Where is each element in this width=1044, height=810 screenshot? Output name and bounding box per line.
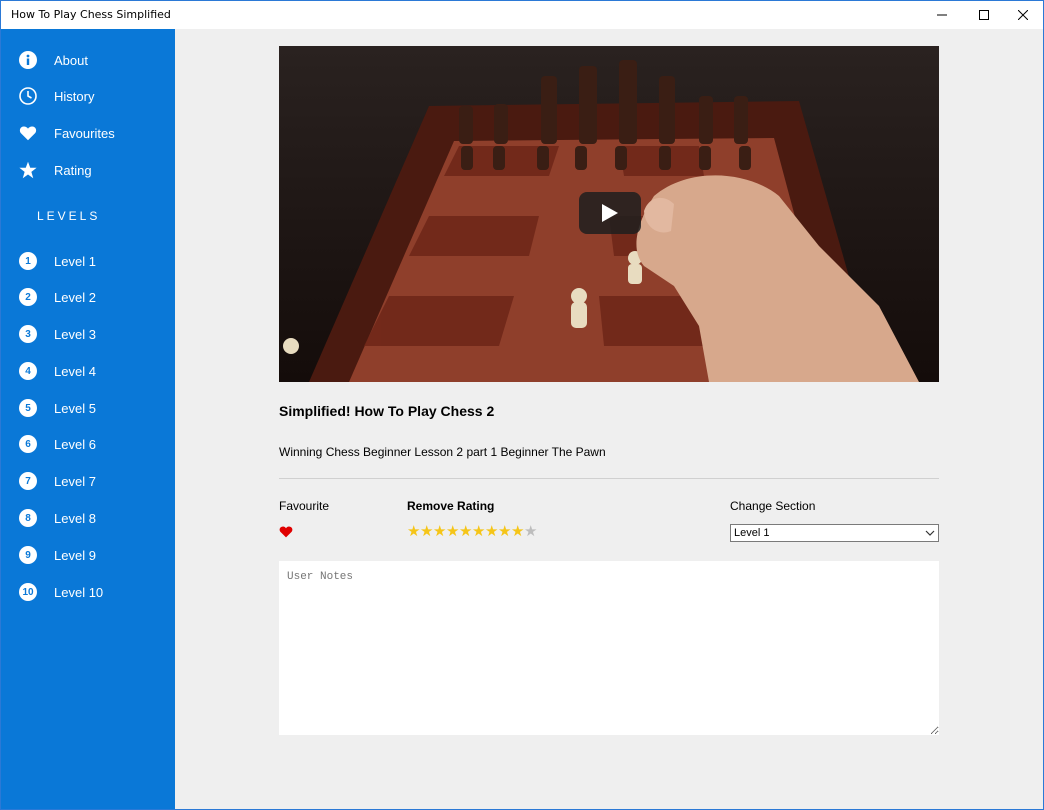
number-badge-icon: 10 <box>18 582 38 602</box>
sidebar-item-label: Level 5 <box>54 400 96 416</box>
clock-icon <box>18 86 38 106</box>
level-number: 9 <box>19 546 37 564</box>
sidebar-item-level-6[interactable]: 6 Level 6 <box>1 426 175 462</box>
number-badge-icon: 4 <box>18 361 38 381</box>
play-button[interactable] <box>579 192 641 234</box>
number-badge-icon: 5 <box>18 398 38 418</box>
sidebar-item-rating[interactable]: Rating <box>1 152 175 188</box>
level-number: 2 <box>19 288 37 306</box>
number-badge-icon: 3 <box>18 324 38 344</box>
video-description: Winning Chess Beginner Lesson 2 part 1 B… <box>279 445 606 459</box>
sidebar-item-level-4[interactable]: 4 Level 4 <box>1 353 175 389</box>
sidebar-item-level-3[interactable]: 3 Level 3 <box>1 316 175 352</box>
sidebar-item-label: Level 4 <box>54 363 96 379</box>
sidebar-item-level-10[interactable]: 10 Level 10 <box>1 574 175 610</box>
video-player[interactable] <box>279 46 939 382</box>
levels-header: LEVELS <box>37 209 101 223</box>
rating-star-icon[interactable]: ★ <box>433 524 446 539</box>
number-badge-icon: 7 <box>18 471 38 491</box>
sidebar-item-label: Level 9 <box>54 547 96 563</box>
sidebar-item-label: Level 1 <box>54 253 96 269</box>
level-number: 8 <box>19 509 37 527</box>
sidebar-item-about[interactable]: About <box>1 42 175 78</box>
chevron-down-icon <box>925 530 935 536</box>
rating-star-icon[interactable]: ★ <box>420 524 433 539</box>
divider <box>279 478 939 479</box>
level-number: 3 <box>19 325 37 343</box>
sidebar-item-level-2[interactable]: 2 Level 2 <box>1 279 175 315</box>
user-notes-input[interactable] <box>279 561 939 735</box>
sidebar-item-level-1[interactable]: 1 Level 1 <box>1 243 175 279</box>
title-bar: How To Play Chess Simplified <box>1 1 1043 29</box>
number-badge-icon: 6 <box>18 434 38 454</box>
minimize-icon <box>937 14 947 16</box>
change-section-label: Change Section <box>730 499 816 513</box>
sidebar-item-history[interactable]: History <box>1 78 175 114</box>
sidebar-item-level-5[interactable]: 5 Level 5 <box>1 390 175 426</box>
maximize-icon <box>979 10 989 20</box>
level-number: 4 <box>19 362 37 380</box>
section-selected-value: Level 1 <box>734 527 770 539</box>
rating-star-icon[interactable]: ★ <box>459 524 472 539</box>
number-badge-icon: 9 <box>18 545 38 565</box>
number-badge-icon: 2 <box>18 287 38 307</box>
rating-star-icon[interactable]: ★ <box>485 524 498 539</box>
section-dropdown[interactable]: Level 1 <box>730 524 939 542</box>
level-number: 5 <box>19 399 37 417</box>
sidebar-item-level-8[interactable]: 8 Level 8 <box>1 500 175 536</box>
heart-icon <box>18 123 38 143</box>
number-badge-icon: 1 <box>18 251 38 271</box>
sidebar-item-level-9[interactable]: 9 Level 9 <box>1 537 175 573</box>
rating-star-icon[interactable]: ★ <box>511 524 524 539</box>
rating-stars[interactable]: ★ ★ ★ ★ ★ ★ ★ ★ ★ ★ <box>407 524 537 539</box>
info-icon <box>18 50 38 70</box>
rating-star-icon[interactable]: ★ <box>446 524 459 539</box>
level-number: 6 <box>19 435 37 453</box>
rating-star-icon[interactable]: ★ <box>407 524 420 539</box>
sidebar-item-label: Level 2 <box>54 289 96 305</box>
sidebar-item-label: Level 6 <box>54 436 96 452</box>
play-icon <box>602 204 618 222</box>
sidebar-item-label: Level 7 <box>54 473 96 489</box>
favourite-label: Favourite <box>279 499 330 513</box>
remove-rating-button[interactable]: Remove Rating <box>407 499 494 513</box>
sidebar-item-level-7[interactable]: 7 Level 7 <box>1 463 175 499</box>
sidebar: About History Favourites Rating LEVELS 1… <box>1 29 175 809</box>
number-badge-icon: 8 <box>18 508 38 528</box>
app-window: How To Play Chess Simplified About Histo… <box>0 0 1044 810</box>
star-icon <box>18 160 38 180</box>
level-number: 1 <box>19 252 37 270</box>
rating-star-icon[interactable]: ★ <box>472 524 485 539</box>
sidebar-item-label: Level 10 <box>54 584 104 600</box>
sidebar-item-label: Level 3 <box>54 326 96 342</box>
sidebar-item-label: Level 8 <box>54 510 96 526</box>
window-title: How To Play Chess Simplified <box>11 8 171 21</box>
main-content: Simplified! How To Play Chess 2 Winning … <box>175 29 1043 809</box>
minimize-button[interactable] <box>919 1 965 29</box>
heart-icon <box>279 526 293 538</box>
rating-star-icon[interactable]: ★ <box>524 524 537 539</box>
level-number: 10 <box>19 583 37 601</box>
favourite-toggle[interactable] <box>279 525 293 538</box>
sidebar-item-label: History <box>54 88 95 104</box>
sidebar-item-favourites[interactable]: Favourites <box>1 115 175 151</box>
sidebar-item-label: Favourites <box>54 125 115 141</box>
close-button[interactable] <box>1000 1 1043 29</box>
sidebar-item-label: About <box>54 52 88 68</box>
video-title: Simplified! How To Play Chess 2 <box>279 403 495 419</box>
close-icon <box>1018 10 1028 20</box>
sidebar-item-label: Rating <box>54 162 92 178</box>
rating-star-icon[interactable]: ★ <box>498 524 511 539</box>
level-number: 7 <box>19 472 37 490</box>
